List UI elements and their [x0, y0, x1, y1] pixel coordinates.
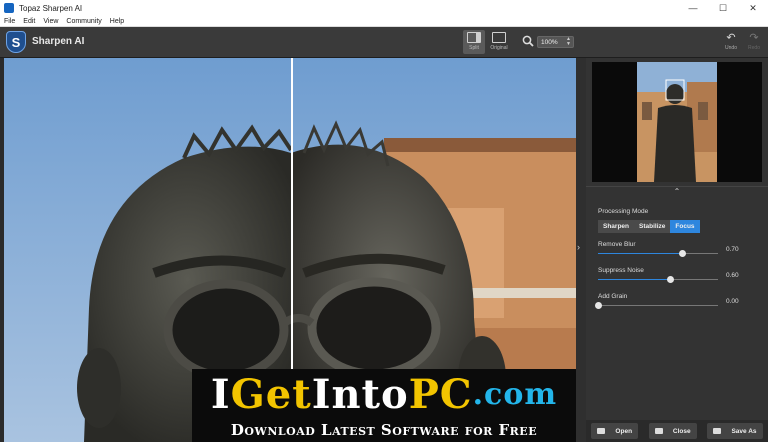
watermark-part-pc: PC	[408, 370, 473, 418]
undo-icon: ↶	[726, 32, 736, 44]
add-grain-slider[interactable]	[594, 302, 718, 309]
menu-file[interactable]: File	[0, 18, 19, 25]
save-as-button[interactable]: Save As	[707, 423, 763, 439]
settings-panel: ⌃ Processing Mode Sharpen Stabilize Focu…	[586, 58, 768, 442]
close-image-button[interactable]: Close	[648, 423, 697, 439]
collapse-navigator-button[interactable]: ⌃	[586, 186, 768, 196]
menu-view[interactable]: View	[39, 18, 62, 25]
toolbar: S Sharpen AI Split Original 100% ▲ ▼ ↶ Un…	[0, 27, 768, 58]
suppress-noise-label: Suppress Noise	[598, 267, 644, 274]
zoom-stepper-icon: ▲ ▼	[566, 36, 571, 47]
suppress-noise-fill	[598, 279, 670, 280]
chevron-up-icon: ⌃	[673, 187, 681, 196]
zoom-select[interactable]: 100% ▲ ▼	[537, 36, 574, 48]
watermark-part-get: Get	[230, 370, 312, 418]
redo-label: Redo	[748, 45, 760, 51]
sharpen-logo-icon: S	[6, 31, 26, 53]
watermark-part-i: I	[210, 370, 231, 418]
redo-icon: ↷	[749, 32, 759, 44]
remove-blur-thumb[interactable]	[678, 250, 686, 257]
add-grain-label: Add Grain	[598, 293, 628, 300]
add-grain-value: 0.00	[726, 298, 739, 305]
save-as-label: Save As	[731, 427, 757, 435]
watermark-part-into: Into	[311, 370, 409, 418]
processing-mode-group: Sharpen Stabilize Focus	[598, 220, 700, 233]
navigator-thumbnail	[592, 62, 762, 182]
watermark-tagline: Download Latest Software for Free	[230, 421, 538, 439]
open-label: Open	[615, 427, 633, 435]
action-bar: Open Close Save As	[586, 420, 768, 442]
menu-community[interactable]: Community	[62, 18, 105, 25]
app-name: Sharpen AI	[32, 36, 85, 47]
save-icon	[713, 428, 722, 434]
original-view-label: Original	[490, 45, 508, 51]
close-label: Close	[672, 427, 691, 435]
redo-button[interactable]: ↷ Redo	[745, 31, 763, 55]
navigator-preview[interactable]	[592, 62, 762, 182]
watermark-part-com: .com	[472, 376, 558, 412]
remove-blur-value: 0.70	[726, 246, 739, 253]
processing-mode-label: Processing Mode	[598, 208, 649, 215]
suppress-noise-slider[interactable]	[598, 276, 718, 283]
menu-edit[interactable]: Edit	[19, 18, 39, 25]
watermark-banner: I Get Into PC .com Download Latest Softw…	[192, 369, 576, 442]
remove-blur-fill	[598, 253, 682, 254]
split-view-button[interactable]: Split	[463, 30, 485, 54]
app-icon	[4, 3, 14, 13]
mode-stabilize-button[interactable]: Stabilize	[634, 220, 671, 233]
suppress-noise-value: 0.60	[726, 272, 739, 279]
close-window-button[interactable]: ✕	[738, 0, 768, 16]
mode-focus-button[interactable]: Focus	[670, 220, 700, 233]
title-bar: Topaz Sharpen AI — ☐ ✕	[0, 0, 768, 16]
image-icon	[492, 32, 506, 43]
suppress-noise-thumb[interactable]	[666, 276, 674, 283]
split-view-icon	[467, 32, 481, 43]
window-title: Topaz Sharpen AI	[19, 3, 83, 13]
menu-help[interactable]: Help	[106, 18, 128, 25]
add-grain-thumb[interactable]	[594, 302, 602, 309]
magnifier-icon	[522, 35, 534, 47]
close-icon	[654, 428, 663, 434]
remove-blur-label: Remove Blur	[598, 241, 636, 248]
zoom-value: 100%	[541, 39, 558, 46]
chevron-right-icon: ›	[577, 242, 580, 252]
maximize-button[interactable]: ☐	[708, 0, 738, 16]
mode-sharpen-button[interactable]: Sharpen	[598, 220, 635, 233]
watermark-title: I Get Into PC .com	[192, 369, 576, 419]
split-view-label: Split	[469, 45, 479, 51]
remove-blur-slider[interactable]	[598, 250, 718, 257]
folder-icon	[597, 428, 606, 434]
open-button[interactable]: Open	[591, 423, 639, 439]
undo-label: Undo	[725, 45, 737, 51]
undo-button[interactable]: ↶ Undo	[722, 31, 740, 55]
panel-toggle[interactable]: ›	[576, 58, 586, 442]
minimize-button[interactable]: —	[678, 0, 708, 16]
original-view-button[interactable]: Original	[488, 30, 510, 54]
menu-bar: File Edit View Community Help	[0, 16, 768, 27]
window-controls: — ☐ ✕	[678, 0, 768, 16]
